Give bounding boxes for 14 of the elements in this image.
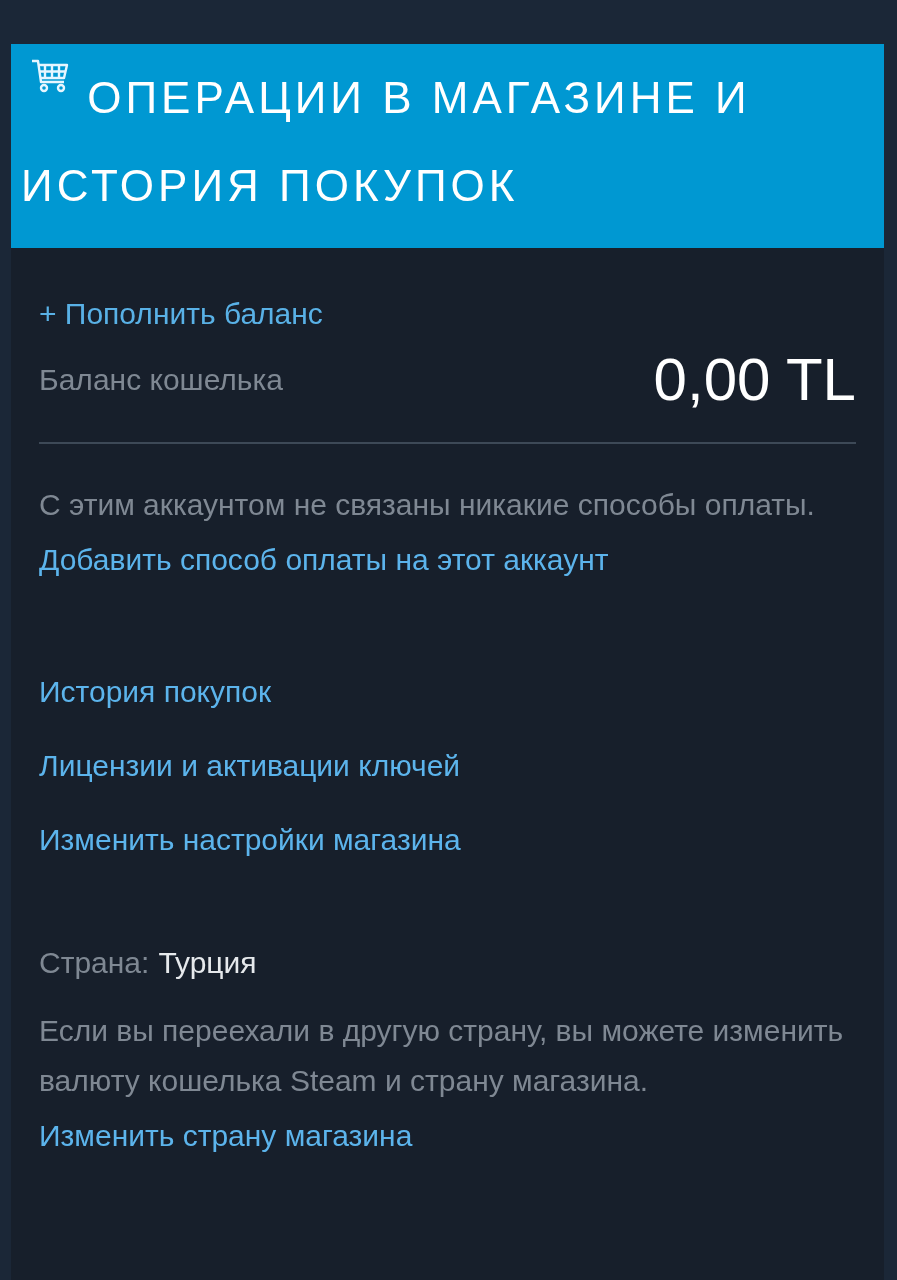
country-label: Страна: [39, 946, 150, 980]
change-country-link[interactable]: Изменить страну магазина [39, 1116, 413, 1156]
cart-icon [31, 58, 71, 94]
add-funds-link[interactable]: + Пополнить баланс [39, 294, 323, 334]
country-notice: Если вы переехали в другую страну, вы можете изменить валюту кошелька Steam и страну магазина. [39, 1013, 845, 1099]
balance-amount: 0,00 TL [653, 345, 856, 415]
section-title: ОПЕРАЦИИ В МАГАЗИНЕ И ИСТОРИЯ ПОКУПОК [21, 54, 874, 230]
add-payment-link[interactable]: Добавить способ оплаты на этот аккаунт [39, 540, 609, 580]
country-value: Турция [158, 946, 257, 980]
account-link[interactable]: Изменить настройки магазина [39, 820, 461, 860]
payment-notice: С этим аккаунтом не связаны никакие способы оплаты. [39, 487, 815, 523]
balance-label: Баланс кошелька [39, 363, 283, 397]
account-link[interactable]: Лицензии и активации ключей [39, 746, 461, 786]
account-link[interactable]: История покупок [39, 672, 461, 712]
